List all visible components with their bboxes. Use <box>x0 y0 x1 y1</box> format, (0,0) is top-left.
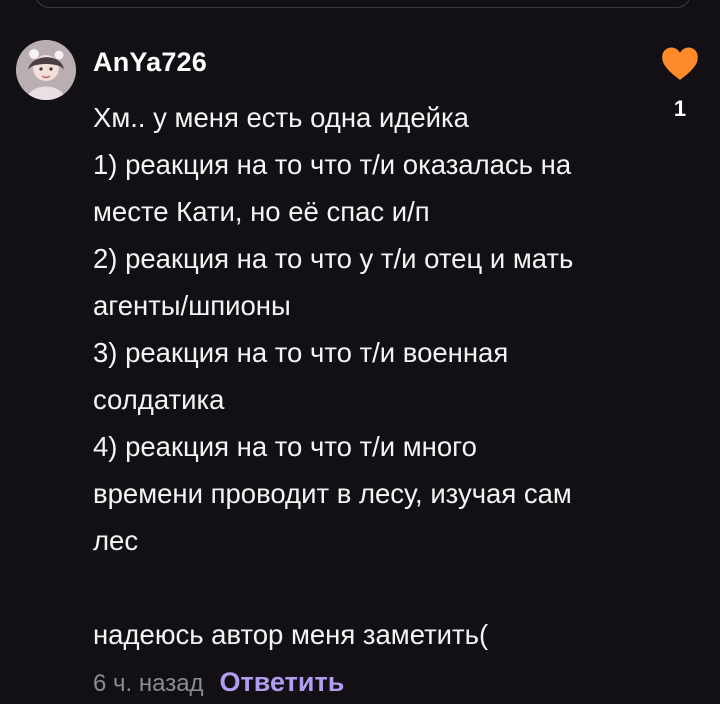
user-avatar[interactable] <box>16 40 76 100</box>
timestamp: 6 ч. назад <box>93 670 204 697</box>
username[interactable]: AnYa726 <box>93 47 207 78</box>
comment-screen: AnYa726 Хм.. у меня есть одна идейка 1) … <box>0 0 720 704</box>
comment-meta: 6 ч. назад Ответить <box>93 667 344 698</box>
like-count: 1 <box>673 96 687 121</box>
like-button[interactable] <box>660 44 700 84</box>
heart-icon <box>662 47 698 80</box>
comment-text: Хм.. у меня есть одна идейка 1) реакция … <box>93 102 574 650</box>
reply-button[interactable]: Ответить <box>220 667 345 698</box>
comment: AnYa726 Хм.. у меня есть одна идейка 1) … <box>0 0 720 704</box>
avatar-image <box>16 40 76 100</box>
